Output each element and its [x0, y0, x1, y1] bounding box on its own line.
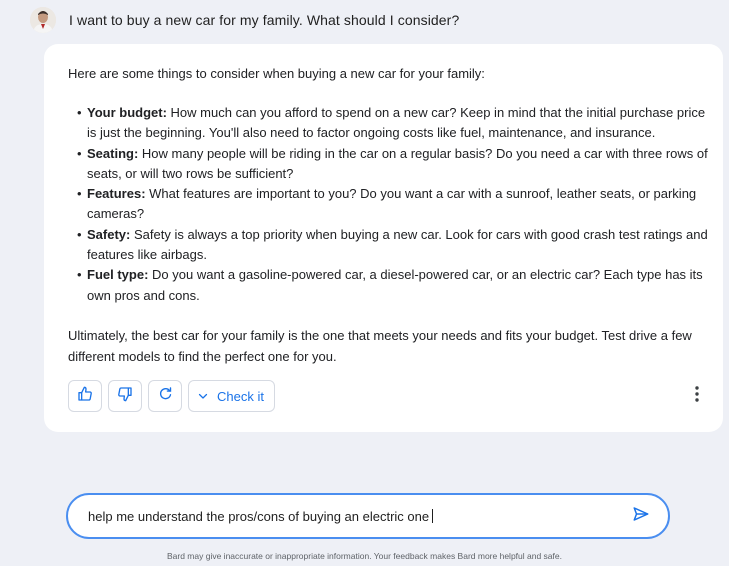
thumbs-down-button[interactable] [108, 380, 142, 412]
bullet-text: Do you want a gasoline-powered car, a di… [87, 267, 703, 303]
bullet-text: How many people will be riding in the ca… [87, 145, 708, 181]
more-options-button[interactable] [687, 385, 707, 407]
bullet-text: How much can you afford to spend on a ne… [87, 105, 706, 141]
bullet-title: Your budget: [87, 105, 167, 120]
response-summary: Ultimately, the best car for your family… [68, 328, 692, 364]
check-it-button[interactable]: Check it [188, 380, 275, 412]
bullet-title: Features: [87, 186, 146, 202]
send-button[interactable] [628, 503, 654, 529]
disclaimer-text: Bard may give inaccurate or inappropriat… [166, 551, 562, 561]
response-card: Here are some things to consider when bu… [44, 44, 723, 432]
regenerate-button[interactable] [148, 380, 182, 412]
chevron-down-icon [197, 390, 209, 402]
user-prompt-text: I want to buy a new car for my family. W… [69, 12, 460, 28]
thumbs-up-button[interactable] [68, 380, 102, 412]
more-vert-icon [695, 385, 699, 407]
prompt-input-box[interactable]: help me understand the pros/cons of buyi… [66, 493, 670, 539]
bullet-item-budget: Your budget: How much can you afford to … [77, 103, 717, 144]
bullet-text: What features are important to you? Do y… [87, 186, 697, 222]
bullet-item-fuel-type: Fuel type: Do you want a gasoline-powere… [77, 265, 717, 306]
user-avatar [30, 7, 56, 33]
response-actions: Check it [68, 379, 275, 413]
send-icon [632, 505, 650, 528]
check-it-label: Check it [217, 388, 264, 404]
bullet-item-safety: Safety: Safety is always a top priority … [77, 225, 717, 266]
response-intro: Here are some things to consider when bu… [68, 66, 485, 81]
bullet-item-seating: Seating: How many people will be riding … [77, 144, 717, 185]
bullet-title: Seating: [87, 145, 139, 161]
bullet-item-features: Features: What features are important to… [77, 184, 717, 225]
refresh-icon [158, 386, 173, 406]
chat-page: I want to buy a new car for my family. W… [0, 0, 729, 566]
response-bullet-list: Your budget: How much can you afford to … [77, 103, 717, 306]
prompt-input[interactable]: help me understand the pros/cons of buyi… [88, 508, 628, 524]
thumbs-up-icon [77, 386, 93, 407]
user-prompt-row: I want to buy a new car for my family. W… [30, 6, 459, 34]
text-caret [432, 508, 434, 523]
bullet-title: Safety: [87, 226, 131, 242]
bullet-text: Safety is always a top priority when buy… [87, 226, 708, 263]
thumbs-down-icon [117, 386, 133, 407]
bullet-title: Fuel type: [87, 267, 149, 283]
prompt-input-value: help me understand the pros/cons of buyi… [88, 508, 430, 524]
